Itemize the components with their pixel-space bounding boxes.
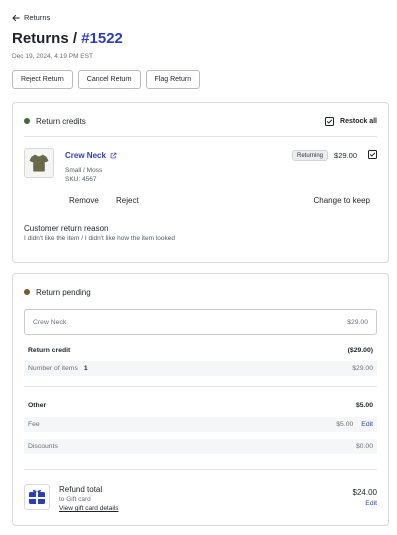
view-gift-card-details-link[interactable]: View gift card details — [59, 505, 119, 512]
change-to-keep-button[interactable]: Change to keep — [314, 196, 371, 205]
return-credit-row: Return credit ($29.00) — [24, 343, 377, 358]
return-credit-amount: ($29.00) — [347, 347, 373, 354]
status-dot — [24, 118, 30, 124]
flag-return-button[interactable]: Flag Return — [145, 70, 201, 89]
checkmark-icon — [369, 152, 376, 157]
discounts-amount: $0.00 — [355, 443, 373, 450]
reject-item-button[interactable]: Reject — [116, 196, 139, 205]
divider — [24, 136, 377, 137]
refund-destination: to Gift card — [59, 496, 91, 503]
returning-badge: Returning — [291, 150, 328, 161]
page-title: Returns / #1522 — [12, 30, 123, 47]
return-pending-header: Return pending — [24, 285, 377, 299]
number-of-items-row: Number of items 1 $29.00 — [24, 361, 377, 376]
remove-button[interactable]: Remove — [69, 196, 99, 205]
checkmark-icon — [326, 119, 333, 124]
external-link-icon — [110, 152, 117, 159]
restock-all-control: Restock all — [325, 116, 377, 126]
arrow-left-icon — [12, 14, 20, 21]
return-credit-label: Return credit — [28, 347, 71, 354]
back-to-returns-link[interactable]: Returns — [12, 13, 50, 22]
return-pending-title: Return pending — [36, 287, 91, 297]
tshirt-icon — [29, 154, 49, 172]
fee-label: Fee — [28, 421, 40, 428]
refund-total-title: Refund total — [59, 485, 103, 494]
summary-item-name: Crew Neck — [33, 318, 67, 326]
product-variant: Small / Moss — [65, 167, 103, 174]
product-price: $29.00 — [334, 151, 357, 160]
status-dot — [24, 289, 30, 295]
return-detail-page: Returns Returns / #1522 Dec 19, 2024, 4:… — [0, 0, 397, 535]
gift-card-icon — [24, 484, 50, 510]
restock-all-checkbox[interactable] — [325, 116, 335, 126]
back-link-label: Returns — [24, 13, 51, 22]
return-credits-header: Return credits Restock all — [24, 114, 377, 128]
refund-total-section: Refund total to Gift card View gift card… — [24, 484, 377, 514]
return-pending-card: Return pending Crew Neck $29.00 Return c… — [12, 273, 389, 526]
item-select-checkbox[interactable] — [368, 150, 377, 159]
items-label: Number of items — [28, 365, 78, 372]
edit-refund-button[interactable]: Edit — [365, 500, 377, 507]
divider — [24, 386, 377, 387]
fee-amount: $5.00 — [336, 421, 354, 428]
edit-fee-button[interactable]: Edit — [361, 421, 373, 428]
summary-item-amount: $29.00 — [347, 318, 368, 326]
gift-icon — [29, 490, 45, 504]
refund-total-amount: $24.00 — [352, 488, 377, 497]
other-amount: $5.00 — [355, 402, 373, 409]
return-credits-card: Return credits Restock all Crew Neck Sma… — [12, 102, 389, 263]
pending-item-summary: Crew Neck $29.00 — [24, 309, 377, 335]
items-count: 1 — [83, 365, 88, 372]
discounts-row: Discounts $0.00 — [24, 439, 377, 454]
return-date: Dec 19, 2024, 4:19 PM EST — [12, 53, 93, 60]
return-credits-title: Return credits — [36, 116, 86, 126]
product-sku: SKU: 4567 — [65, 176, 97, 183]
divider — [24, 469, 377, 470]
product-thumbnail[interactable] — [24, 148, 54, 178]
cancel-return-button[interactable]: Cancel Return — [77, 70, 141, 89]
return-reason-text: I didn't like the item / I didn't like h… — [24, 235, 175, 242]
product-name: Crew Neck — [65, 151, 106, 160]
return-line-item: Crew Neck Small / Moss SKU: 4567 Returni… — [24, 148, 377, 188]
return-reason-title: Customer return reason — [24, 224, 109, 233]
fee-row: Fee $5.00 Edit — [24, 417, 377, 432]
discounts-label: Discounts — [28, 443, 58, 450]
other-label: Other — [28, 402, 47, 409]
order-id: #1522 — [81, 30, 123, 47]
items-amount: $29.00 — [352, 365, 373, 372]
product-name-link[interactable]: Crew Neck — [65, 151, 117, 160]
other-row: Other $5.00 — [24, 398, 377, 413]
restock-all-label: Restock all — [340, 117, 377, 125]
title-prefix: Returns / — [12, 30, 78, 47]
reject-return-button[interactable]: Reject Return — [12, 70, 73, 89]
action-bar: Reject Return Cancel Return Flag Return — [12, 70, 201, 89]
